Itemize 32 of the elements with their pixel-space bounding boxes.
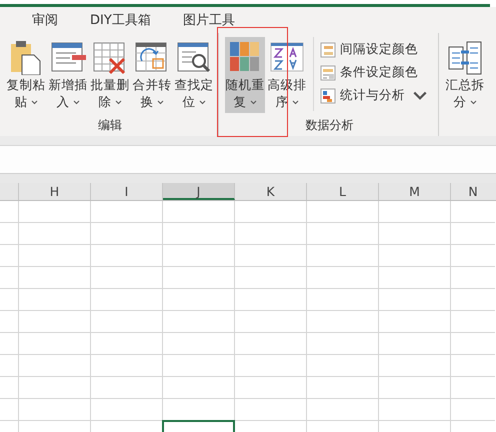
ribbon-button[interactable]: 合并转换 — [132, 37, 172, 113]
sort-az-icon — [270, 42, 304, 72]
ribbon-menu-item[interactable]: 统计与分析 — [320, 87, 428, 104]
ribbon-button[interactable]: 批量删除 — [90, 37, 130, 113]
column-header[interactable]: K — [235, 183, 307, 200]
clipboard-icon — [11, 41, 40, 75]
ribbon-menu-item[interactable]: 条件设定颜色 — [320, 64, 428, 81]
ribbon-button[interactable]: 新增插入 — [48, 37, 88, 113]
delete-table-icon — [94, 42, 126, 74]
ribbon-button[interactable]: 汇总拆分 — [445, 37, 485, 113]
ribbon-tab[interactable]: DIY工具箱 — [88, 9, 153, 31]
ribbon-button[interactable]: 查找定位 — [174, 37, 214, 113]
ribbon-button[interactable]: 复制粘贴 — [6, 37, 46, 113]
column-header[interactable]: J — [163, 183, 235, 200]
color-blocks-icon — [230, 42, 259, 71]
column-header[interactable]: M — [379, 183, 451, 200]
group-label: 编辑 — [97, 117, 123, 134]
insert-row-icon — [52, 42, 86, 72]
magnifier-document-icon — [178, 42, 210, 72]
group-label: 数据分析 — [304, 117, 354, 134]
ribbon-menu-item[interactable]: 间隔设定颜色 — [320, 41, 428, 58]
striped-table-icon — [320, 42, 336, 57]
bar-stats-icon — [320, 88, 336, 103]
conditional-table-icon — [320, 65, 336, 80]
ribbon-tab[interactable]: 图片工具 — [180, 9, 237, 31]
column-header[interactable]: H — [19, 183, 91, 200]
column-header[interactable]: N — [451, 183, 495, 200]
split-list-icon — [448, 42, 482, 74]
merge-table-icon — [136, 42, 166, 72]
ribbon-tab[interactable]: 审阅 — [30, 9, 60, 31]
column-header[interactable]: L — [307, 183, 379, 200]
ribbon-button[interactable]: 随机重复 — [225, 37, 265, 113]
